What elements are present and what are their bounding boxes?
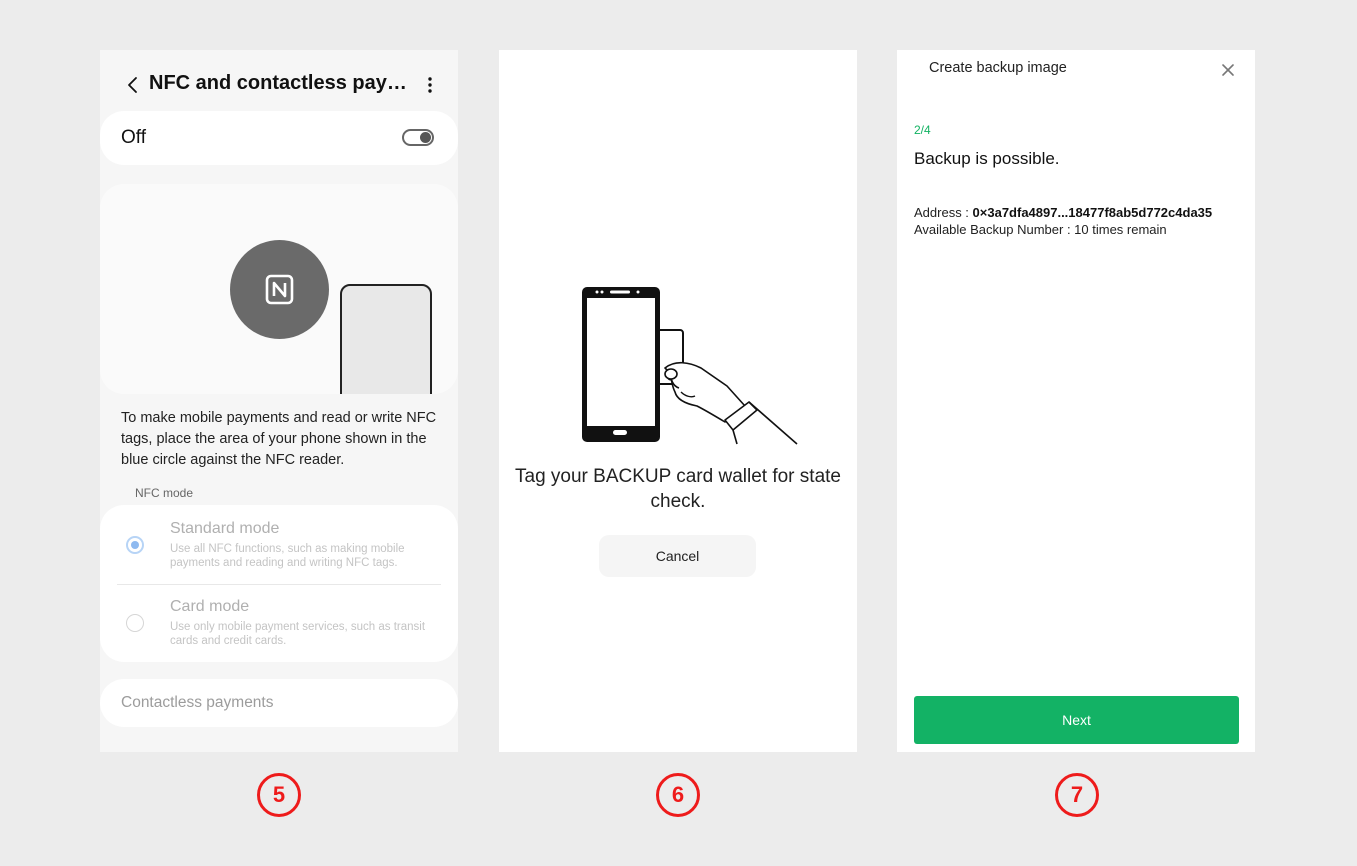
step-indicator: 2/4	[914, 123, 931, 137]
cancel-button[interactable]: Cancel	[599, 535, 756, 577]
contactless-payments-row[interactable]: Contactless payments	[100, 679, 458, 727]
next-button[interactable]: Next	[914, 696, 1239, 744]
address-label: Address :	[914, 205, 973, 220]
backup-count: Available Backup Number : 10 times remai…	[914, 222, 1167, 237]
card-mode-radio[interactable]	[126, 614, 144, 632]
tag-card-screen: Tag your BACKUP card wallet for state ch…	[499, 50, 857, 752]
create-backup-screen: Create backup image 2/4 Backup is possib…	[897, 50, 1255, 752]
mode-description: Use only mobile payment services, such a…	[170, 621, 426, 647]
contactless-payments-label: Contactless payments	[121, 694, 274, 711]
phone-tap-card-icon	[582, 287, 798, 445]
nfc-circle	[230, 240, 329, 339]
dialog-title: Create backup image	[929, 60, 1067, 76]
nfc-description: To make mobile payments and read or writ…	[121, 410, 437, 468]
address-value: 0×3a7dfa4897...18477f8ab5d772c4da35	[972, 205, 1213, 220]
settings-header: NFC and contactless payme...	[100, 68, 458, 102]
nfc-toggle-label: Off	[121, 127, 146, 148]
backup-status-heading: Backup is possible.	[914, 149, 1060, 168]
mode-title: Standard mode	[170, 520, 280, 537]
tag-instruction: Tag your BACKUP card wallet for state ch…	[515, 466, 841, 512]
toggle-knob	[420, 132, 431, 143]
standard-mode-radio[interactable]	[126, 536, 144, 554]
address-line: Address : 0×3a7dfa4897...18477f8ab5d772c…	[914, 205, 1212, 220]
phone-outline	[340, 284, 432, 394]
more-vertical-icon[interactable]	[422, 74, 438, 96]
mode-description: Use all NFC functions, such as making mo…	[170, 543, 405, 569]
nfc-toggle-switch[interactable]	[402, 129, 434, 146]
nfc-settings-screen: NFC and contactless payme... Off To make…	[100, 50, 458, 752]
card-mode-option[interactable]: Card mode Use only mobile payment servic…	[100, 585, 458, 663]
close-icon[interactable]	[1220, 62, 1236, 78]
page-title: NFC and contactless payme...	[149, 72, 409, 94]
step-badge-5: 5	[257, 773, 301, 817]
standard-mode-option[interactable]: Standard mode Use all NFC functions, suc…	[100, 505, 458, 583]
step-badge-7: 7	[1055, 773, 1099, 817]
mode-title: Card mode	[170, 598, 250, 615]
nfc-toggle-row[interactable]: Off	[100, 111, 458, 165]
nfc-illustration	[100, 184, 458, 394]
nfc-mode-heading: NFC mode	[135, 486, 194, 500]
nfc-icon	[265, 274, 294, 305]
step-badge-6: 6	[656, 773, 700, 817]
chevron-left-icon[interactable]	[120, 72, 146, 98]
nfc-mode-options: Standard mode Use all NFC functions, suc…	[100, 505, 458, 662]
